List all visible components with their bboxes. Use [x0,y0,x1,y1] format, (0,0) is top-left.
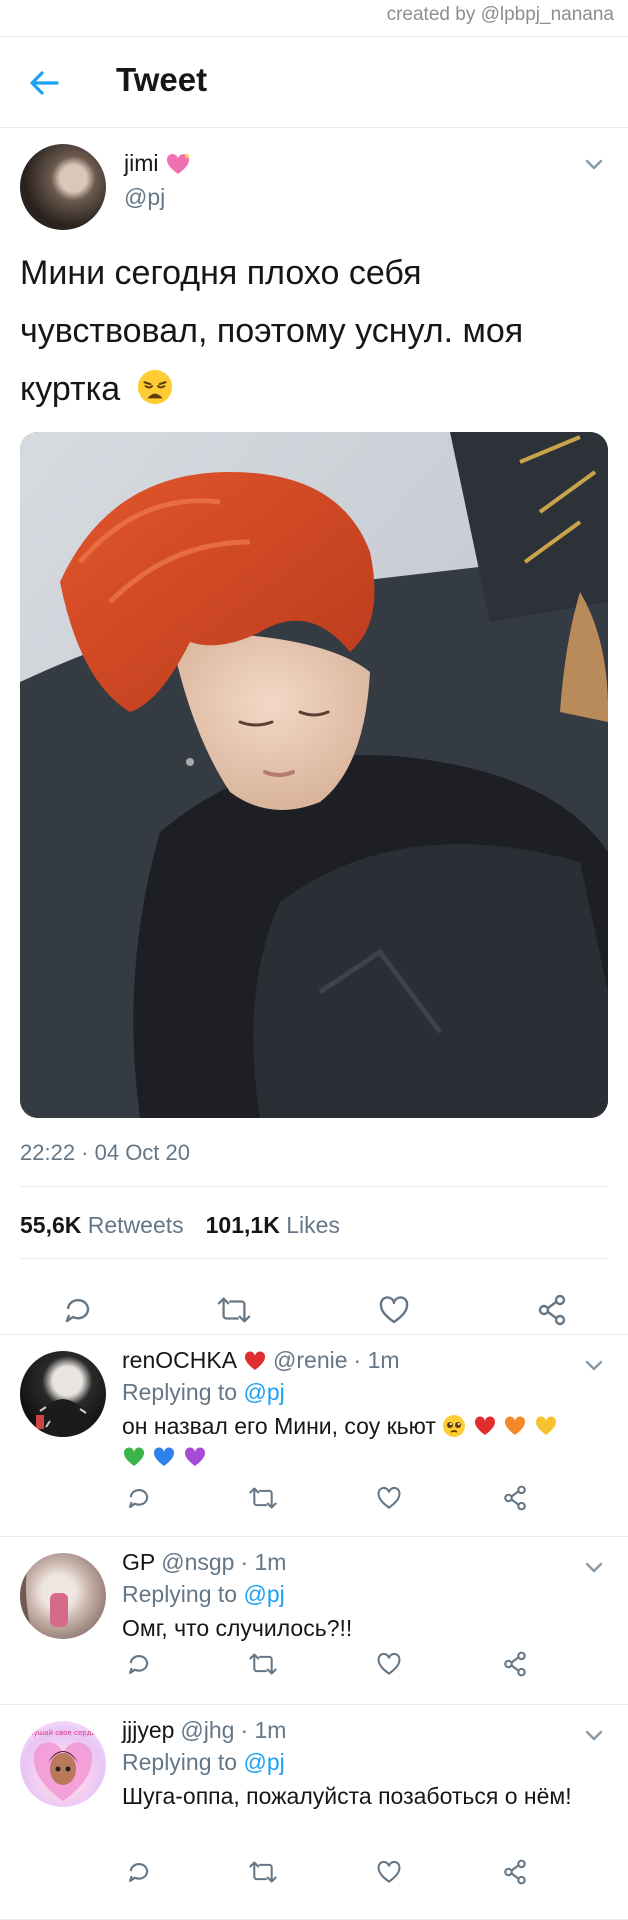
reply-author-name[interactable]: renOCHKA [122,1347,237,1374]
credit-watermark: created by @lpbpj_nanana [386,4,614,25]
back-button[interactable] [24,63,64,103]
like-button[interactable] [374,1649,404,1679]
retweet-icon [249,1653,277,1675]
tweet-photo-image [20,432,608,1118]
avatar-image: скушай свое сердце [26,1729,101,1801]
retweet-button[interactable] [248,1483,278,1513]
sparkling-heart-icon [166,152,190,174]
reply-text: он назвал его Мини, соу кьют [122,1411,602,1473]
reply-time: · 1m [240,1717,287,1743]
replying-to-link[interactable]: @pj [243,1581,284,1607]
divider [20,1258,608,1259]
reply-button[interactable] [124,1483,154,1513]
reply-button[interactable] [124,1649,154,1679]
share-icon [504,1485,526,1511]
avatar-image [20,1553,68,1639]
weary-face-icon [137,369,172,405]
blue-heart-icon [154,1447,175,1466]
comment-icon [129,1655,149,1674]
like-button[interactable] [376,1292,412,1328]
retweet-icon [249,1861,277,1883]
replying-to-link[interactable]: @pj [243,1379,284,1405]
retweet-button[interactable] [248,1649,278,1679]
pleading-face-icon [443,1415,466,1437]
tweet-author: jimi @pj [0,128,628,234]
tweet-photo[interactable] [20,432,608,1118]
like-button[interactable] [374,1857,404,1887]
retweet-icon [249,1487,277,1509]
chevron-down-icon[interactable] [582,1723,606,1747]
author-handle[interactable]: @pj [124,184,165,211]
avatar[interactable] [20,1351,106,1437]
likes-stat[interactable]: 101,1K Likes [206,1212,340,1239]
avatar[interactable] [20,1553,106,1639]
reply-tweet[interactable]: GP @nsgp · 1m Replying to @pj Омг, что с… [0,1536,628,1704]
share-button[interactable] [500,1483,530,1513]
purple-heart-icon [184,1447,205,1466]
red-heart-icon [474,1416,495,1435]
reply-author-handle[interactable]: @renie [273,1347,348,1374]
reply-actions [0,1649,628,1695]
tweet-actions [0,1292,628,1338]
heart-outline-icon [377,1860,401,1883]
comment-icon [129,1489,149,1508]
retweets-stat[interactable]: 55,6K Retweets [20,1212,184,1239]
reply-author-handle[interactable]: @jhg [180,1717,234,1744]
heart-outline-icon [377,1652,401,1675]
tweet-timestamp[interactable]: 22:22 · 04 Oct 20 [20,1140,190,1166]
divider [20,1186,608,1187]
replying-to: Replying to @pj [122,1749,285,1775]
replying-to: Replying to @pj [122,1581,285,1607]
chevron-down-icon[interactable] [582,152,606,176]
red-heart-icon [245,1350,266,1370]
share-button[interactable] [500,1649,530,1679]
share-icon [504,1859,526,1885]
arrow-left-icon [30,71,59,95]
reply-author-handle[interactable]: @nsgp [161,1549,234,1576]
retweet-button[interactable] [216,1292,252,1328]
avatar-image [30,1399,96,1437]
share-button[interactable] [500,1857,530,1887]
yellow-heart-icon [535,1416,556,1435]
author-name[interactable]: jimi [124,150,159,177]
svg-text:скушай свое сердце: скушай свое сердце [26,1729,101,1737]
chevron-down-icon[interactable] [582,1555,606,1579]
top-bar: Tweet [0,36,628,128]
reply-text: Шуга-оппа, пожалуйста позаботься о нём! [122,1783,572,1809]
comment-icon [65,1299,90,1323]
like-button[interactable] [374,1483,404,1513]
reply-tweet[interactable]: renOCHKA @renie · 1m Replying to @pj он … [0,1334,628,1536]
heart-outline-icon [377,1486,401,1509]
reply-button[interactable] [124,1857,154,1887]
reply-text: Омг, что случилось?!! [122,1615,353,1641]
orange-heart-icon [505,1416,526,1435]
chevron-down-icon[interactable] [582,1353,606,1377]
replying-to: Replying to @pj [122,1379,285,1405]
heart-outline-icon [379,1296,409,1324]
share-icon [504,1651,526,1677]
reply-actions [0,1483,628,1529]
replying-to-link[interactable]: @pj [243,1749,284,1775]
tweet-text: Мини сегодня плохо себя чувствовал, поэт… [20,254,524,408]
page-title: Tweet [116,61,208,98]
reply-time: · 1m [353,1347,400,1373]
comment-icon [129,1863,149,1882]
reply-time: · 1m [240,1549,287,1575]
reply-author-name[interactable]: jjjyep [122,1717,174,1744]
reply-author-name[interactable]: GP [122,1549,155,1576]
reply-actions [0,1857,628,1903]
main-tweet: jimi @pj Мини сегодня плохо себя чувство… [0,128,628,1326]
retweet-button[interactable] [248,1857,278,1887]
share-button[interactable] [534,1292,570,1328]
avatar[interactable] [20,144,106,230]
tweet-stats: 55,6K Retweets 101,1K Likes [20,1212,340,1239]
green-heart-icon [123,1447,145,1466]
avatar[interactable]: скушай свое сердце [20,1721,106,1807]
retweet-icon [217,1297,251,1323]
reply-tweet[interactable]: скушай свое сердце jjjyep @jhg · 1m Repl… [0,1704,628,1920]
reply-button[interactable] [60,1292,96,1328]
share-icon [538,1294,566,1326]
